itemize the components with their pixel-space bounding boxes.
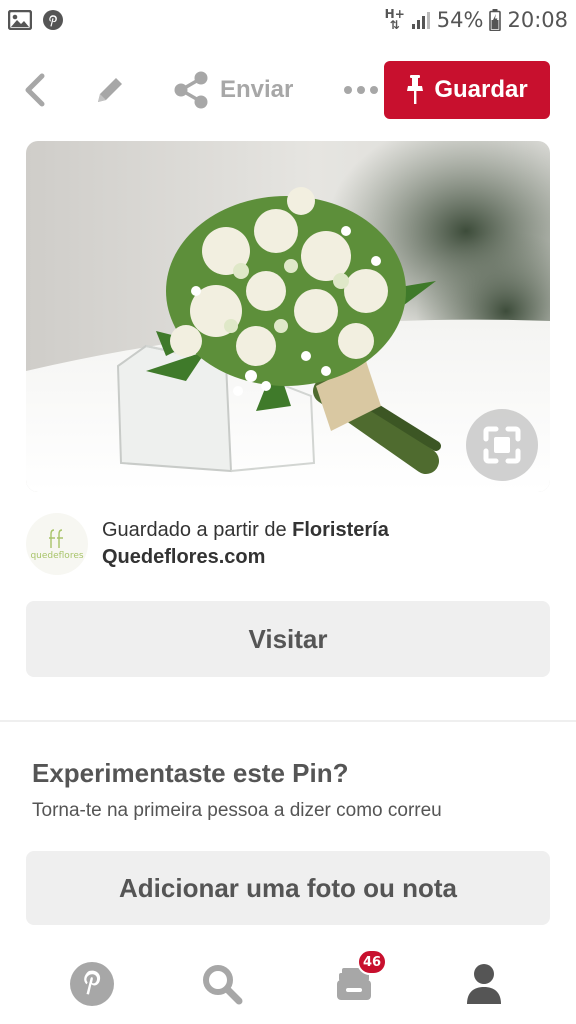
share-icon	[174, 71, 208, 109]
share-label: Enviar	[220, 76, 294, 103]
source-name-line2[interactable]: Quedeflores.com	[102, 546, 265, 568]
pin-icon	[407, 75, 424, 104]
pin-image[interactable]	[26, 141, 550, 492]
nav-profile[interactable]	[458, 958, 510, 1010]
tried-title: Experimentaste este Pin?	[32, 758, 349, 788]
search-icon	[203, 965, 243, 1005]
network-type-icon: H+ ⇅	[384, 7, 405, 32]
source-prefix: Guardado a partir de	[102, 519, 293, 541]
nav-inbox[interactable]: 46	[328, 949, 388, 1010]
inbox-badge: 46	[357, 949, 388, 975]
back-button[interactable]	[18, 70, 54, 110]
status-right: H+ ⇅ 54% 20:08	[385, 8, 568, 32]
source-name-line1[interactable]: Floristería	[292, 519, 389, 541]
battery-icon	[489, 9, 502, 31]
save-button[interactable]: Guardar	[384, 61, 550, 119]
visual-search-icon	[483, 426, 521, 464]
visual-search-button[interactable]	[466, 409, 538, 481]
signal-icon	[411, 11, 431, 29]
visit-button[interactable]: Visitar	[26, 601, 550, 677]
profile-icon	[467, 964, 501, 1004]
battery-percent: 54%	[436, 8, 484, 32]
image-icon	[8, 10, 32, 30]
pinterest-home-icon	[70, 962, 114, 1006]
status-left	[8, 9, 64, 31]
chevron-left-icon	[25, 73, 45, 107]
tried-subtitle: Torna-te na primeira pessoa a dizer como…	[32, 800, 442, 821]
pencil-icon	[98, 78, 122, 102]
section-divider	[0, 720, 576, 722]
source-text: Guardado a partir de Floristería Quedefl…	[102, 517, 389, 571]
save-label: Guardar	[434, 76, 528, 103]
quedeflores-logo: quedeflores	[30, 529, 84, 561]
svg-text:quedeflores: quedeflores	[30, 551, 83, 561]
clock: 20:08	[507, 8, 568, 32]
bottom-nav: 46	[0, 944, 576, 1024]
pin-toolbar: Enviar Guardar	[0, 58, 576, 122]
nav-search[interactable]	[196, 958, 248, 1010]
status-bar: H+ ⇅ 54% 20:08	[0, 0, 576, 40]
pinterest-icon	[42, 9, 64, 31]
edit-button[interactable]	[92, 72, 128, 108]
more-dots-icon[interactable]	[344, 78, 384, 102]
nav-home[interactable]	[66, 958, 118, 1010]
pin-source[interactable]: quedeflores Guardado a partir de Florist…	[26, 512, 550, 576]
share-button[interactable]: Enviar	[172, 68, 293, 112]
add-photo-note-button[interactable]: Adicionar uma foto ou nota	[26, 851, 550, 925]
source-avatar[interactable]: quedeflores	[26, 513, 88, 575]
